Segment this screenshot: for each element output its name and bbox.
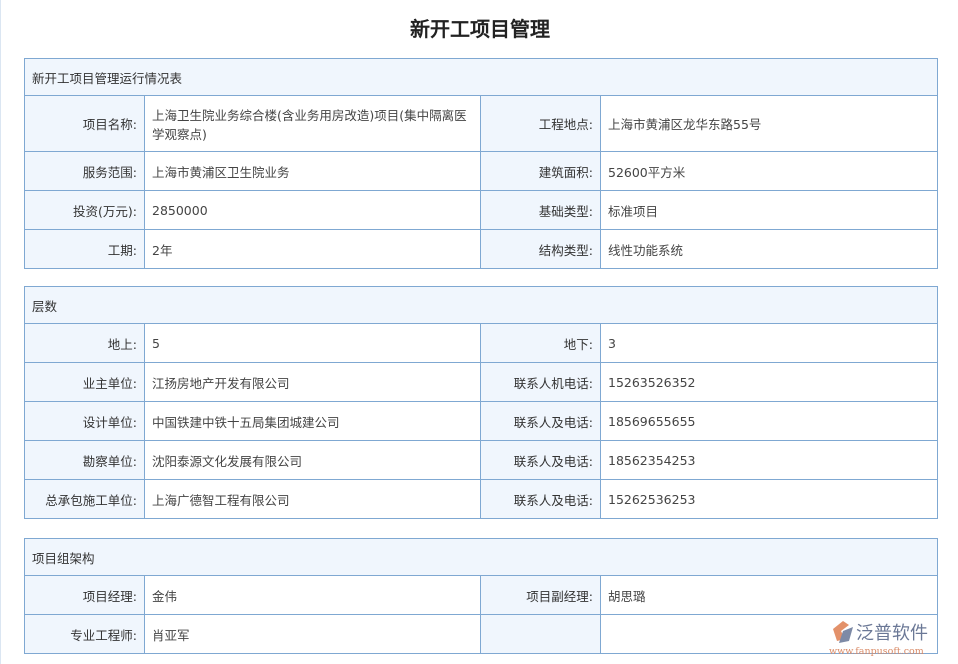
field-label: 设计单位: bbox=[25, 402, 145, 441]
field-value: 肖亚军 bbox=[145, 615, 481, 654]
svg-text:泛普软件: 泛普软件 bbox=[856, 623, 928, 644]
table-row: 项目名称:上海卫生院业务综合楼(含业务用房改造)项目(集中隔离医学观察点)工程地… bbox=[25, 96, 938, 152]
field-label: 服务范围: bbox=[25, 152, 145, 191]
field-value: 3 bbox=[601, 324, 938, 363]
field-value: 中国铁建中铁十五局集团城建公司 bbox=[145, 402, 481, 441]
field-label: 专业工程师: bbox=[25, 615, 145, 654]
field-label: 业主单位: bbox=[25, 363, 145, 402]
field-label: 联系人及电话: bbox=[481, 480, 601, 519]
field-value: 52600平方米 bbox=[601, 152, 938, 191]
table-row: 设计单位:中国铁建中铁十五局集团城建公司联系人及电话:18569655655 bbox=[25, 402, 938, 441]
field-value: 2850000 bbox=[145, 191, 481, 230]
field-label: 工程地点: bbox=[481, 96, 601, 152]
table-row: 项目经理:金伟项目副经理:胡思璐 bbox=[25, 576, 938, 615]
field-label: 联系人及电话: bbox=[481, 441, 601, 480]
page-title: 新开工项目管理 bbox=[1, 13, 958, 42]
field-label: 地下: bbox=[481, 324, 601, 363]
section-title: 层数 bbox=[25, 287, 938, 324]
project-overview-table: 新开工项目管理运行情况表项目名称:上海卫生院业务综合楼(含业务用房改造)项目(集… bbox=[24, 58, 938, 269]
field-value: 标准项目 bbox=[601, 191, 938, 230]
svg-text:www.fanpusoft.com: www.fanpusoft.com bbox=[829, 646, 924, 657]
field-value: 上海市黄浦区龙华东路55号 bbox=[601, 96, 938, 152]
team-structure-table: 项目组架构项目经理:金伟项目副经理:胡思璐专业工程师:肖亚军 bbox=[24, 538, 938, 654]
field-label: 联系人及电话: bbox=[481, 402, 601, 441]
field-label: 投资(万元): bbox=[25, 191, 145, 230]
field-value: 金伟 bbox=[145, 576, 481, 615]
field-label: 联系人机电话: bbox=[481, 363, 601, 402]
field-label: 工期: bbox=[25, 230, 145, 269]
field-value: 上海广德智工程有限公司 bbox=[145, 480, 481, 519]
field-value: 15262536253 bbox=[601, 480, 938, 519]
section-title: 项目组架构 bbox=[25, 539, 938, 576]
field-value: 江扬房地产开发有限公司 bbox=[145, 363, 481, 402]
field-value: 15263526352 bbox=[601, 363, 938, 402]
field-label: 地上: bbox=[25, 324, 145, 363]
field-value: 线性功能系统 bbox=[601, 230, 938, 269]
field-label: 勘察单位: bbox=[25, 441, 145, 480]
field-value: 5 bbox=[145, 324, 481, 363]
field-label: 结构类型: bbox=[481, 230, 601, 269]
table-row: 专业工程师:肖亚军 bbox=[25, 615, 938, 654]
field-label bbox=[481, 615, 601, 654]
table-row: 业主单位:江扬房地产开发有限公司联系人机电话:15263526352 bbox=[25, 363, 938, 402]
field-label: 基础类型: bbox=[481, 191, 601, 230]
fanpu-logo: 泛普软件 www.fanpusoft.com bbox=[829, 617, 954, 657]
field-label: 项目名称: bbox=[25, 96, 145, 152]
field-value: 上海卫生院业务综合楼(含业务用房改造)项目(集中隔离医学观察点) bbox=[145, 96, 481, 152]
floors-units-table: 层数地上:5地下:3业主单位:江扬房地产开发有限公司联系人机电话:1526352… bbox=[24, 286, 938, 519]
field-value: 18562354253 bbox=[601, 441, 938, 480]
table-row: 工期:2年结构类型:线性功能系统 bbox=[25, 230, 938, 269]
table-row: 服务范围:上海市黄浦区卫生院业务建筑面积:52600平方米 bbox=[25, 152, 938, 191]
section-title: 新开工项目管理运行情况表 bbox=[25, 59, 938, 96]
field-label: 项目副经理: bbox=[481, 576, 601, 615]
table-row: 勘察单位:沈阳泰源文化发展有限公司联系人及电话:18562354253 bbox=[25, 441, 938, 480]
field-label: 项目经理: bbox=[25, 576, 145, 615]
field-value: 胡思璐 bbox=[601, 576, 938, 615]
table-row: 投资(万元):2850000基础类型:标准项目 bbox=[25, 191, 938, 230]
field-value: 18569655655 bbox=[601, 402, 938, 441]
field-value: 2年 bbox=[145, 230, 481, 269]
field-label: 建筑面积: bbox=[481, 152, 601, 191]
field-value: 沈阳泰源文化发展有限公司 bbox=[145, 441, 481, 480]
field-value: 上海市黄浦区卫生院业务 bbox=[145, 152, 481, 191]
table-row: 总承包施工单位:上海广德智工程有限公司联系人及电话:15262536253 bbox=[25, 480, 938, 519]
field-label: 总承包施工单位: bbox=[25, 480, 145, 519]
table-row: 地上:5地下:3 bbox=[25, 324, 938, 363]
